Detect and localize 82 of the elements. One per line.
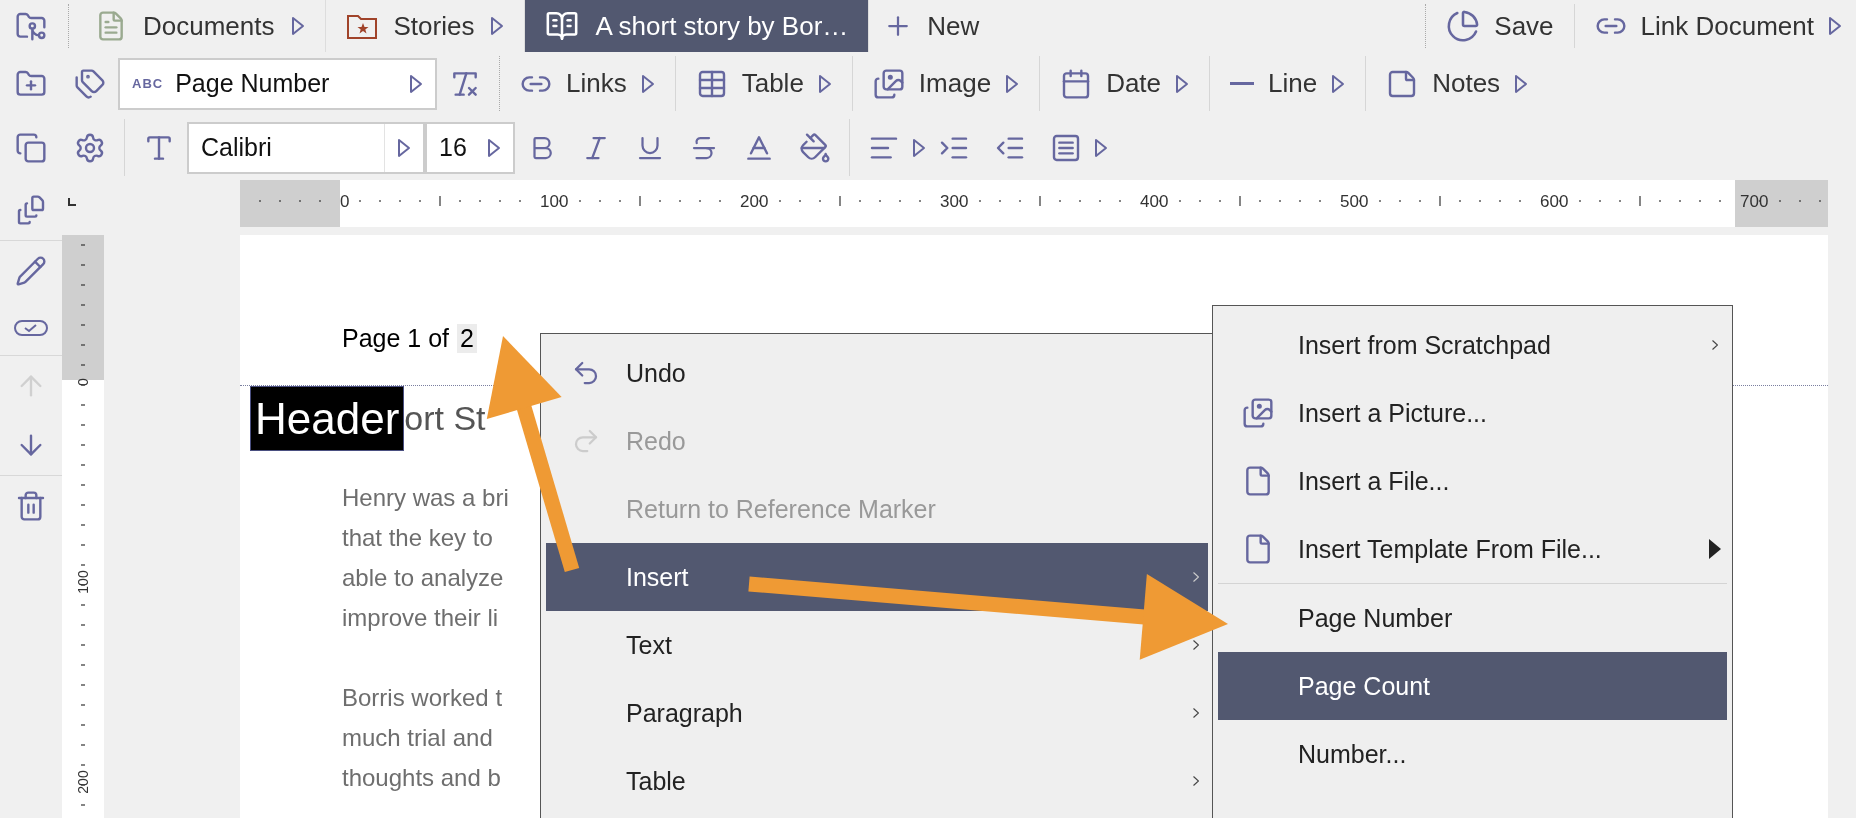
caret-icon[interactable] [1514,73,1529,94]
ruler-label: 700 [1740,192,1769,211]
insert-tool-button[interactable]: Table [681,52,846,115]
image-icon [872,67,905,100]
copy-icon[interactable] [15,131,47,164]
menu-item[interactable]: Paragraph [546,679,1208,747]
ruler-label: 0 [340,192,350,211]
menu-item[interactable]: Number... [1218,720,1727,788]
caret-icon[interactable] [1828,16,1842,36]
book-icon [545,9,580,43]
caret-icon[interactable] [1094,137,1108,158]
toggle-check-icon[interactable] [14,317,48,338]
chevron-icon [1193,572,1199,582]
insert-tool-button[interactable]: Line [1216,52,1360,115]
menu-item[interactable]: Insert Template From File... [1218,515,1727,583]
menu-item[interactable]: Undo [546,339,1208,407]
abc-label: ABC [132,76,164,91]
pie-icon [1446,9,1481,43]
paragraph-line: able to analyze [342,563,504,593]
insert-tool-button[interactable]: Date [1046,52,1204,115]
ruler-label: 200 [75,770,91,794]
ruler-label: 400 [1140,192,1169,211]
line-icon [1230,81,1255,86]
caret-icon[interactable] [817,73,832,94]
triangle-icon [1709,539,1721,559]
insert-tool-button[interactable]: Image [858,52,1034,115]
tag-icon[interactable] [74,67,106,100]
menu-item[interactable]: Page Count [1218,652,1727,720]
ruler-label: 100 [75,570,91,594]
settings-icon[interactable] [74,131,106,164]
caret-icon[interactable] [490,16,505,36]
story-title: ort St [404,399,486,438]
pencil-icon[interactable] [15,254,47,287]
caret-icon[interactable] [1005,73,1020,94]
caret-icon[interactable] [409,73,423,94]
folder-star-icon [345,12,378,40]
paragraph-line: much trial and [342,723,493,753]
fill-color-icon[interactable] [799,131,831,164]
caret-icon[interactable] [640,73,655,94]
chevron-icon [1193,776,1199,786]
font-dropdown[interactable]: Calibri [187,121,425,174]
menu-item[interactable]: Text [546,611,1208,679]
ruler-label: 0 [75,378,91,386]
trash-icon[interactable] [15,489,47,522]
size-dropdown[interactable]: 16 [425,121,515,174]
page-count-field: 2 [457,324,477,353]
document-tab[interactable]: Documents [75,0,326,52]
chevron-icon [1193,708,1199,718]
caret-icon[interactable] [1175,73,1190,94]
chevron-icon [1193,640,1199,650]
paragraph-line: that the key to [342,523,493,553]
chevron-icon [1712,340,1718,350]
paragraph-line: Borris worked t [342,683,503,713]
caret-icon[interactable] [487,137,501,158]
document-tab[interactable]: A short story by Bor… [525,0,870,52]
new-button[interactable]: New [869,0,994,52]
caret-icon[interactable] [1331,73,1346,94]
link-document-button[interactable]: Link Document [1580,0,1856,52]
ruler-label: 500 [1340,192,1369,211]
ruler-corner-icon [68,198,76,206]
picture-icon [1242,397,1274,429]
folder-branch-icon[interactable] [15,10,47,42]
insert-tool-button[interactable]: Links [506,52,669,115]
ruler-label: 200 [740,192,769,211]
save-button[interactable]: Save [1432,0,1568,52]
header-tag: Header [250,386,405,451]
paragraph-line: Henry was a bri [342,483,509,513]
insert-tool-button[interactable]: Notes [1372,52,1543,115]
caret-icon[interactable] [397,137,411,158]
style-dropdown[interactable]: ABC Page Number [118,57,437,110]
caret-icon[interactable] [912,137,926,158]
ruler-label: 300 [940,192,969,211]
paragraph-line: improve their li [342,603,499,633]
ruler-label: 100 [540,192,569,211]
menu-item[interactable]: Table [546,747,1208,815]
menu-item[interactable]: Insert a File... [1218,447,1727,515]
menu-item[interactable]: Insert from Scratchpad [1218,311,1727,379]
caret-icon[interactable] [290,16,305,36]
menu-item[interactable]: Insert a Picture... [1218,379,1727,447]
paragraph-line: thoughts and b [342,763,501,793]
menu-item[interactable]: Page Number [1218,584,1727,652]
ruler-label: 600 [1540,192,1569,211]
